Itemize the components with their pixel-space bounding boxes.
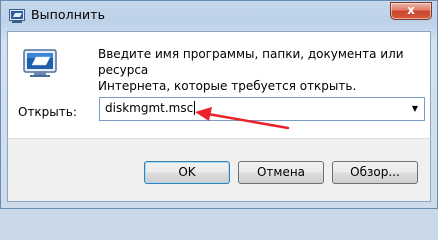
browse-button[interactable]: Обзор...: [332, 161, 418, 184]
title-bar[interactable]: Выполнить x: [1, 1, 437, 31]
open-combobox[interactable]: diskmgmt.msc ▼: [99, 97, 425, 121]
instruction-text: Введите имя программы, папки, документа …: [98, 46, 428, 94]
run-dialog-window: Выполнить x Введите имя программы, папки…: [0, 0, 438, 209]
run-window-icon: [9, 9, 25, 23]
dropdown-arrow-icon[interactable]: ▼: [406, 98, 424, 120]
ok-button[interactable]: OK: [144, 161, 230, 184]
instruction-line-1: Введите имя программы, папки, документа …: [98, 47, 404, 77]
open-label: Открыть:: [18, 105, 77, 119]
run-dialog-icon: [23, 48, 57, 78]
dialog-content: Введите имя программы, папки, документа …: [7, 31, 431, 138]
close-button[interactable]: x: [390, 2, 432, 20]
instruction-line-2: Интернета, которые требуется открыть.: [98, 79, 357, 93]
window-title: Выполнить: [31, 7, 106, 22]
close-icon: x: [407, 3, 415, 17]
cancel-button[interactable]: Отмена: [238, 161, 324, 184]
open-input-value[interactable]: diskmgmt.msc: [105, 101, 196, 115]
button-bar: OK Отмена Обзор...: [7, 138, 431, 202]
